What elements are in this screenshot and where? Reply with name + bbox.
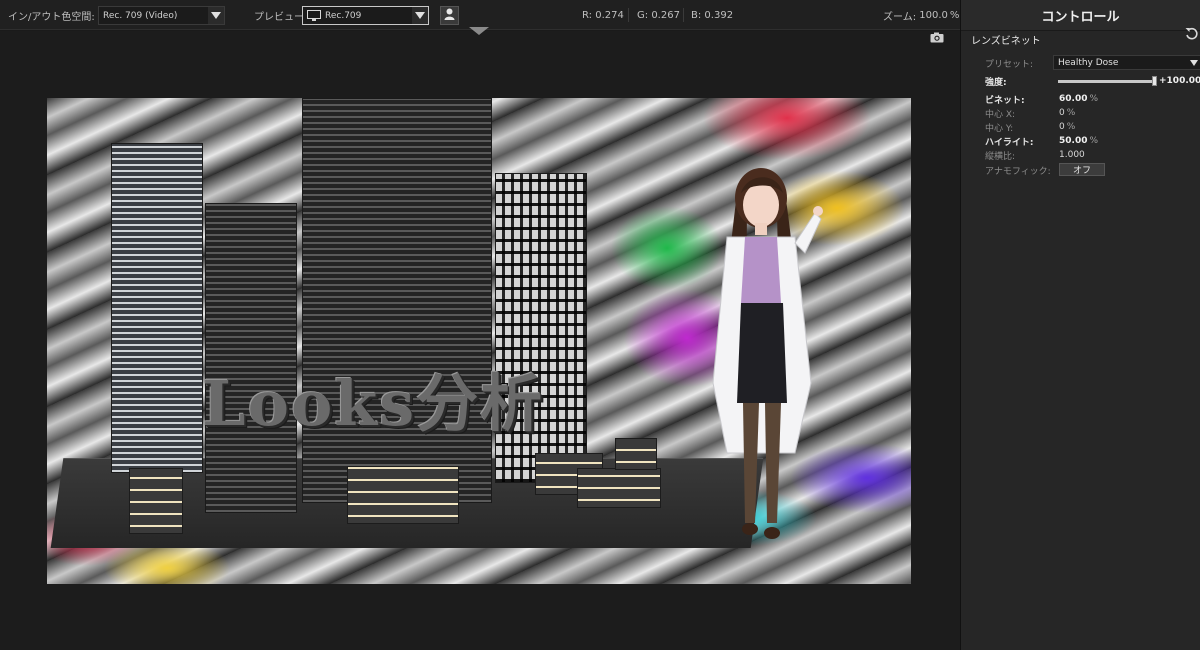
preset-value: Healthy Dose: [1058, 57, 1119, 68]
control-panel: コントロール レンズビネット プリセット: Healthy Dose 強度: +…: [960, 0, 1200, 650]
highlight-label: ハイライト:: [985, 137, 1034, 148]
strength-value-wrap: +100.00%: [1159, 76, 1200, 86]
center-y-label: 中心 Y:: [985, 123, 1014, 134]
strength-slider-track[interactable]: [1058, 80, 1155, 83]
strength-label: 強度:: [985, 77, 1007, 88]
reset-icon[interactable]: [1185, 27, 1199, 41]
colorspace-label: イン/アウト色空間:: [8, 11, 95, 23]
section-title-lens-vignette: レンズビネット: [971, 36, 1041, 47]
anime-character-illustration: [712, 168, 823, 539]
center-x-value: 0: [1059, 108, 1065, 118]
center-y-row: 中心 Y: 0%: [961, 120, 1200, 134]
person-overlay-button[interactable]: [440, 6, 459, 25]
preview-image: Looks分析: [47, 98, 911, 584]
g-label: G:: [637, 9, 649, 21]
vignette-row: ビネット: 60.00%: [961, 92, 1200, 106]
vignette-label: ビネット:: [985, 95, 1025, 106]
top-toolbar: イン/アウト色空間: Rec. 709 (Video) プレビュー: Rec.7…: [0, 0, 960, 30]
panel-title: コントロール: [961, 0, 1200, 31]
colorspace-select[interactable]: Rec. 709 (Video): [98, 6, 225, 25]
divider: [628, 8, 629, 22]
looks-title-text: Looks分析: [202, 367, 545, 440]
center-y-value-field[interactable]: 0%: [1059, 122, 1075, 132]
anamorphic-toggle-button[interactable]: オフ: [1059, 163, 1105, 176]
strength-slider-thumb[interactable]: [1152, 76, 1157, 86]
colorspace-value: Rec. 709 (Video): [103, 10, 178, 21]
zoom-readout: ズーム: 100.0%: [883, 0, 959, 30]
monitor-icon: [307, 10, 321, 21]
zoom-unit: %: [949, 9, 960, 21]
g-value: 0.267: [651, 9, 680, 21]
g-readout: G: 0.267: [637, 0, 680, 30]
vignette-value-field[interactable]: 60.00%: [1059, 94, 1098, 104]
anamorphic-label: アナモフィック:: [985, 166, 1051, 177]
preview-label: プレビュー:: [254, 11, 308, 23]
center-y-value: 0: [1059, 122, 1065, 132]
colorspace-label-wrap: イン/アウト色空間:: [8, 0, 95, 30]
strength-value: +100.00: [1159, 76, 1200, 86]
preview-value: Rec.709: [325, 10, 362, 21]
aspect-label: 縦横比:: [985, 151, 1016, 162]
highlight-value: 50.00: [1059, 136, 1088, 146]
highlight-row: ハイライト: 50.00%: [961, 134, 1200, 148]
b-value: 0.392: [704, 9, 734, 21]
low-building: [577, 468, 661, 508]
b-readout: B: 0.392: [691, 0, 733, 30]
divider: [683, 8, 684, 22]
center-y-unit: %: [1066, 122, 1076, 132]
zoom-label: ズーム:: [883, 11, 917, 23]
preset-select[interactable]: Healthy Dose: [1053, 55, 1200, 70]
highlight-unit: %: [1089, 136, 1099, 146]
r-readout: R: 0.274: [582, 0, 624, 30]
low-building: [129, 468, 183, 534]
center-x-unit: %: [1066, 108, 1076, 118]
highlight-value-field[interactable]: 50.00%: [1059, 136, 1098, 146]
r-value: 0.274: [595, 9, 624, 21]
vignette-unit: %: [1089, 94, 1099, 104]
aspect-row: 縦横比: 1.000: [961, 148, 1200, 162]
preview-label-wrap: プレビュー:: [254, 0, 307, 30]
preset-label: プリセット:: [985, 59, 1034, 70]
toolbar-collapse-handle[interactable]: [469, 27, 489, 35]
aspect-value[interactable]: 1.000: [1059, 150, 1085, 160]
center-x-label: 中心 X:: [985, 109, 1016, 120]
center-x-row: 中心 X: 0%: [961, 106, 1200, 120]
building-left-tall: [111, 143, 203, 473]
low-building: [347, 466, 459, 524]
image-viewer: Looks分析: [0, 27, 960, 650]
chevron-down-icon: [208, 7, 224, 24]
low-building: [615, 438, 657, 470]
r-label: R:: [582, 9, 593, 21]
person-icon: [444, 8, 455, 23]
preview-colorspace-select[interactable]: Rec.709: [302, 6, 429, 25]
b-label: B:: [691, 9, 702, 21]
chevron-down-icon: [1190, 60, 1198, 66]
center-x-value-field[interactable]: 0%: [1059, 108, 1075, 118]
zoom-value: 100.0: [919, 9, 948, 21]
camera-icon[interactable]: [930, 32, 944, 43]
vignette-value: 60.00: [1059, 94, 1088, 104]
chevron-down-icon: [412, 7, 428, 24]
